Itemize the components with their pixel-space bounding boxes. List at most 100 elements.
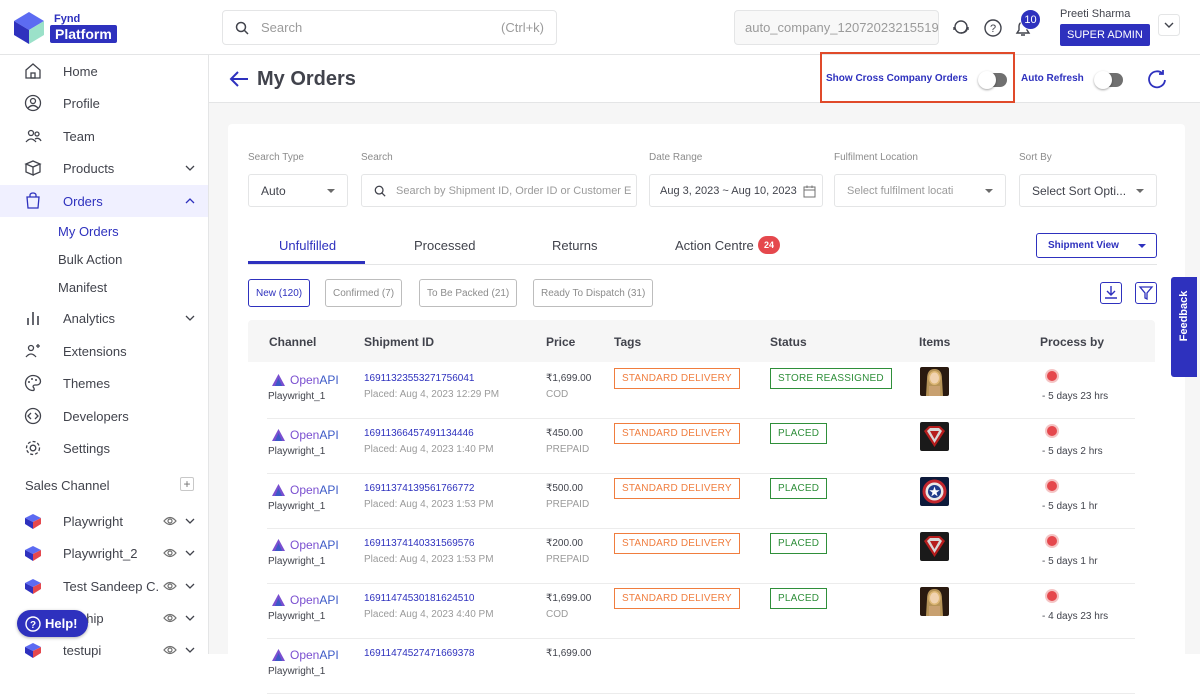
logo-platform-text: Platform bbox=[50, 24, 117, 43]
shipment-id-link[interactable]: 16911374140331569576 bbox=[364, 538, 475, 549]
filter-button[interactable] bbox=[1135, 282, 1157, 304]
status-badge: PLACED bbox=[770, 533, 828, 554]
channel-cell: OpenAPI Playwright_1 bbox=[268, 538, 358, 568]
openapi-logo-icon bbox=[272, 374, 285, 386]
sidebar-item-products[interactable]: Products bbox=[0, 152, 208, 184]
company-selector[interactable]: auto_company_120720232155193 bbox=[734, 10, 939, 45]
help-circle-icon[interactable]: ? bbox=[982, 17, 1004, 39]
cross-company-toggle[interactable] bbox=[978, 71, 1007, 89]
sidebar-item-settings[interactable]: Settings bbox=[0, 432, 208, 464]
table-row[interactable]: OpenAPI Playwright_1 16911374140331569576 P… bbox=[267, 529, 1135, 584]
help-button[interactable]: ? Help! bbox=[17, 610, 88, 637]
payment-mode: COD bbox=[546, 609, 569, 620]
urgency-dot-icon bbox=[1045, 589, 1059, 603]
eye-icon[interactable] bbox=[163, 579, 177, 593]
sidebar-subitem-bulk-action[interactable]: Bulk Action bbox=[58, 252, 122, 267]
fynd-platform-logo[interactable]: Fynd Platform bbox=[12, 10, 117, 46]
sidebar-item-profile[interactable]: Profile bbox=[0, 87, 208, 119]
sidebar-item-developers[interactable]: Developers bbox=[0, 400, 208, 432]
support-agent-icon[interactable] bbox=[950, 17, 972, 39]
user-name: Preeti Sharma bbox=[1060, 8, 1131, 20]
openapi-brand: OpenAPI bbox=[290, 483, 339, 497]
fulfilment-location-select[interactable]: Select fulfilment locati bbox=[834, 174, 1006, 207]
chevron-down-icon[interactable] bbox=[185, 613, 195, 623]
caret-down-icon bbox=[1138, 244, 1146, 248]
tab-action-centre[interactable]: Action Centre bbox=[675, 238, 754, 253]
item-thumbnail[interactable] bbox=[920, 532, 949, 561]
sales-channel-item[interactable]: Playwright_2 bbox=[0, 538, 208, 568]
sidebar-item-extensions[interactable]: Extensions bbox=[0, 335, 208, 367]
chevron-down-icon[interactable] bbox=[185, 548, 195, 558]
date-range-picker[interactable]: Aug 3, 2023 ~ Aug 10, 2023 bbox=[649, 174, 823, 207]
column-header-status: Status bbox=[770, 335, 807, 349]
filter-pill-to-be-packed[interactable]: To Be Packed (21) bbox=[419, 279, 518, 307]
caret-down-icon bbox=[985, 189, 993, 193]
chevron-down-icon[interactable] bbox=[185, 581, 195, 591]
filter-icon bbox=[1138, 286, 1154, 301]
tab-unfulfilled[interactable]: Unfulfilled bbox=[279, 238, 336, 253]
sales-channel-item[interactable]: Test Sandeep C... bbox=[0, 571, 208, 601]
search-type-value: Auto bbox=[261, 183, 286, 198]
search-type-select[interactable]: Auto bbox=[248, 174, 348, 207]
help-label: Help! bbox=[45, 616, 78, 631]
urgency-dot-icon bbox=[1045, 479, 1059, 493]
download-icon bbox=[1105, 286, 1117, 299]
download-button[interactable] bbox=[1100, 282, 1122, 304]
sidebar-item-analytics[interactable]: Analytics bbox=[0, 302, 208, 334]
shipment-id-link[interactable]: 16911323553271756041 bbox=[364, 373, 475, 384]
sidebar-item-team[interactable]: Team bbox=[0, 120, 208, 152]
refresh-icon[interactable] bbox=[1146, 68, 1168, 90]
sidebar-item-orders[interactable]: Orders bbox=[0, 185, 208, 217]
eye-icon[interactable] bbox=[163, 643, 177, 657]
main-content: My Orders Show Cross Company Orders Auto… bbox=[209, 52, 1200, 694]
table-row[interactable]: OpenAPI Playwright_1 16911366457491134446 P… bbox=[267, 419, 1135, 474]
shopping-bag-icon bbox=[26, 192, 40, 209]
caret-down-icon bbox=[327, 189, 335, 193]
tab-returns[interactable]: Returns bbox=[552, 238, 598, 253]
shipment-view-dropdown[interactable]: Shipment View bbox=[1036, 233, 1157, 258]
sort-by-select[interactable]: Select Sort Opti... bbox=[1019, 174, 1157, 207]
sidebar-item-themes[interactable]: Themes bbox=[0, 367, 208, 399]
eye-icon[interactable] bbox=[163, 611, 177, 625]
sales-channel-item[interactable]: testupi bbox=[0, 635, 208, 665]
sales-channel-label: testupi bbox=[63, 642, 102, 658]
shipment-id-link[interactable]: 16911366457491134446 bbox=[364, 428, 474, 439]
order-search-input[interactable]: Search by Shipment ID, Order ID or Custo… bbox=[361, 174, 637, 207]
eye-icon[interactable] bbox=[163, 546, 177, 560]
bar-chart-icon bbox=[27, 312, 39, 325]
sidebar-item-home[interactable]: Home bbox=[0, 55, 208, 87]
item-thumbnail[interactable] bbox=[920, 422, 949, 451]
add-sales-channel-button[interactable]: + bbox=[180, 477, 194, 491]
channel-cell: OpenAPI Playwright_1 bbox=[268, 648, 358, 678]
shipment-id-link[interactable]: 16911374139561766772 bbox=[364, 483, 475, 494]
sidebar-item-label: Profile bbox=[63, 95, 100, 111]
item-thumbnail[interactable] bbox=[920, 477, 949, 506]
user-menu-chevron-icon[interactable] bbox=[1158, 14, 1180, 36]
global-search[interactable]: Search (Ctrl+k) bbox=[222, 10, 557, 45]
sales-channel-item[interactable]: Playwright bbox=[0, 506, 208, 536]
table-row[interactable]: OpenAPI Playwright_1 16911474530181624510 P… bbox=[267, 584, 1135, 639]
filter-pill-ready-to-dispatch[interactable]: Ready To Dispatch (31) bbox=[533, 279, 654, 307]
sidebar-subitem-manifest[interactable]: Manifest bbox=[58, 280, 107, 295]
sidebar-item-label: Team bbox=[63, 128, 95, 144]
price-value: ₹500.00 bbox=[546, 483, 583, 494]
shipment-id-link[interactable]: 16911474530181624510 bbox=[364, 593, 475, 604]
chevron-down-icon[interactable] bbox=[185, 516, 195, 526]
price-value: ₹1,699.00 bbox=[546, 593, 592, 604]
table-row[interactable]: OpenAPI Playwright_1 16911374139561766772 P… bbox=[267, 474, 1135, 529]
openapi-brand: OpenAPI bbox=[290, 373, 339, 387]
feedback-label: Feedback bbox=[1178, 290, 1190, 342]
sidebar-subitem-my-orders[interactable]: My Orders bbox=[58, 224, 119, 239]
table-row[interactable]: OpenAPI Playwright_1 16911474527471669378 ₹… bbox=[267, 639, 1135, 694]
auto-refresh-toggle[interactable] bbox=[1094, 71, 1123, 89]
eye-icon[interactable] bbox=[163, 514, 177, 528]
arrow-left-icon[interactable] bbox=[229, 70, 249, 88]
filter-pill-new[interactable]: New (120) bbox=[248, 279, 311, 307]
column-header-items: Items bbox=[919, 335, 951, 349]
item-thumbnail[interactable] bbox=[920, 587, 949, 616]
tab-processed[interactable]: Processed bbox=[414, 238, 475, 253]
filter-pill-confirmed[interactable]: Confirmed (7) bbox=[325, 279, 403, 307]
item-thumbnail[interactable] bbox=[920, 367, 949, 396]
table-row[interactable]: OpenAPI Playwright_1 16911323553271756041 P… bbox=[267, 364, 1135, 419]
feedback-tab[interactable]: Feedback bbox=[1171, 277, 1197, 377]
